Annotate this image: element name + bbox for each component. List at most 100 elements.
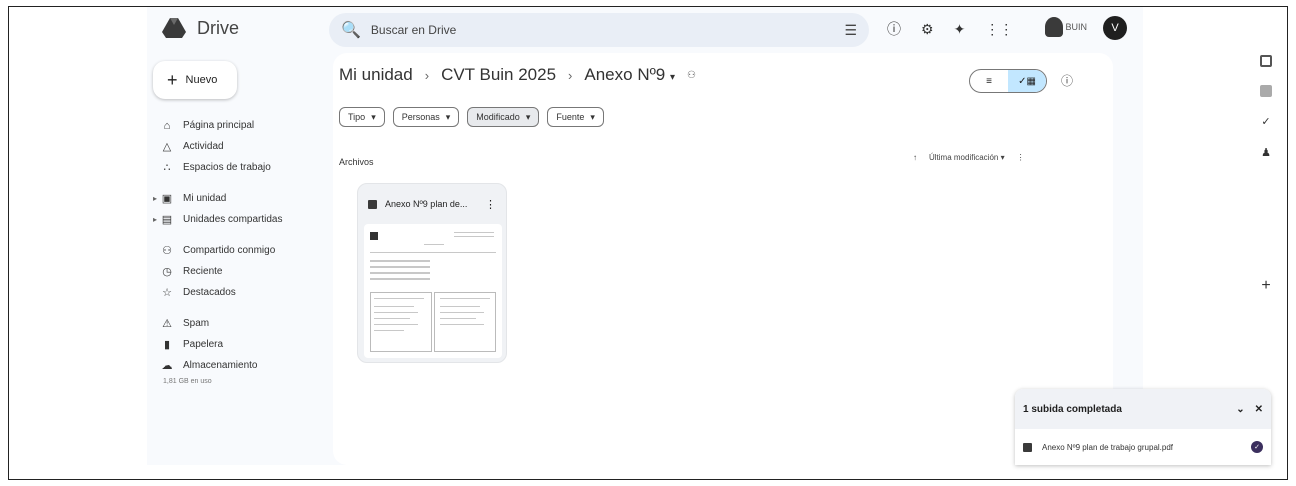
settings-icon[interactable]: ⚙ [921,21,934,38]
grid-view-button[interactable]: ✓▦ [1008,70,1046,92]
new-button-label: Nuevo [185,74,218,86]
sidebar-item-recent[interactable]: ◷ Reciente [161,261,341,282]
sidebar-item-label: Compartido conmigo [183,245,276,256]
check-icon: ✓ [1251,441,1263,453]
screenshot-frame: Drive 🔍 Buscar en Drive ☰ ⓘ ⚙ ✦ ⋮⋮ BUIN … [8,6,1288,480]
home-icon: ⌂ [163,119,171,132]
shared-drives-icon: ▤ [161,214,173,226]
filter-people[interactable]: Personas ▾ [392,107,460,127]
sidebar-item-label: Spam [183,318,210,329]
search-options-icon[interactable]: ☰ [844,22,857,39]
new-button[interactable]: + Nuevo [153,61,237,99]
search-input[interactable]: Buscar en Drive [371,23,456,37]
expand-arrow-icon[interactable]: ▸ [153,215,157,224]
sidebar-item-trash[interactable]: ▮ Papelera [161,334,341,355]
upload-title: 1 subida completada [1023,403,1122,415]
sort-controls: ↑ Última modificación ▾ ⋮ [913,153,1025,162]
sidebar-item-label: Espacios de trabajo [183,162,271,173]
main-panel: Mi unidad › CVT Buin 2025 › Anexo Nº9 ▾ … [333,53,1113,465]
file-thumbnail [364,224,502,358]
filter-type[interactable]: Tipo ▾ [339,107,385,127]
upload-item[interactable]: Anexo Nº9 plan de trabajo grupal.pdf ✓ [1015,429,1271,465]
files-section-label: Archivos [339,157,374,167]
sidebar-item-shared-with-me[interactable]: ⚇ Compartido conmigo [161,240,341,261]
file-card[interactable]: Anexo Nº9 plan de... ⋮ [357,183,507,363]
chevron-down-icon: ▾ [670,72,676,83]
upload-toast-header: 1 subida completada ⌄ ✕ [1015,389,1271,429]
chevron-down-icon: ▾ [590,111,595,122]
list-view-button[interactable]: ≡ [970,70,1008,92]
chevron-right-icon: › [568,67,573,83]
chip-label: Personas [401,112,440,122]
sidebar-item-activity[interactable]: △ Actividad [161,136,341,157]
add-addon-icon[interactable]: + [1261,277,1270,295]
breadcrumb-my-drive[interactable]: Mi unidad [339,65,413,85]
sort-direction-icon[interactable]: ↑ [913,153,917,162]
sidebar-item-label: Mi unidad [183,193,227,204]
contacts-icon[interactable]: ♟ [1261,146,1271,159]
grid-icon: ✓▦ [1018,75,1036,87]
upload-toast: 1 subida completada ⌄ ✕ Anexo Nº9 plan d… [1015,389,1271,465]
workspaces-icon: ∴ [163,162,171,174]
collapse-icon[interactable]: ⌄ [1236,404,1244,415]
clock-icon: ◷ [162,266,172,278]
breadcrumb-current-label: Anexo Nº9 [584,65,666,84]
sidebar-item-spam[interactable]: ⚠ Spam [161,313,341,334]
chevron-down-icon: ▾ [525,111,531,122]
sidebar-item-label: Actividad [183,141,224,152]
breadcrumb-current[interactable]: Anexo Nº9 ▾ [584,65,675,85]
breadcrumb-folder[interactable]: CVT Buin 2025 [441,65,556,85]
bell-icon: △ [162,141,172,153]
side-panel-rail: ✓ ♟ + [1255,55,1277,295]
org-logo-icon [1045,17,1064,37]
gemini-icon[interactable]: ✦ [954,21,966,38]
sidebar-item-label: Almacenamiento [183,360,258,371]
search-bar[interactable]: 🔍 Buscar en Drive ☰ [329,13,869,47]
more-options-icon[interactable]: ⋮ [1017,153,1025,162]
org-label: BUIN [1065,22,1087,32]
chip-label: Tipo [348,112,366,122]
calendar-icon[interactable] [1260,55,1272,67]
cloud-icon: ☁ [161,360,173,372]
drive-icon: ▣ [161,193,173,205]
avatar[interactable]: V [1103,16,1127,40]
trash-icon: ▮ [163,339,171,351]
sidebar-item-storage[interactable]: ☁ Almacenamiento [161,355,341,376]
close-icon[interactable]: ✕ [1255,404,1263,415]
drive-logo[interactable]: Drive [161,17,239,39]
sidebar-nav: ⌂ Página principal △ Actividad ∴ Espacios d… [153,115,341,386]
info-icon[interactable]: ⓘ [1061,72,1073,89]
filter-modified[interactable]: Modificado ▾ [467,107,540,127]
filter-source[interactable]: Fuente ▾ [547,107,604,127]
sidebar-item-shared-drives[interactable]: ▸ ▤ Unidades compartidas [153,209,341,230]
list-icon: ≡ [986,75,992,87]
shared-folder-icon: ⚇ [687,69,696,81]
expand-arrow-icon[interactable]: ▸ [153,194,157,203]
org-badge[interactable]: BUIN [1045,15,1087,39]
chevron-down-icon: ▾ [371,111,376,122]
star-icon: ☆ [162,287,172,299]
chevron-down-icon: ▾ [445,111,451,122]
help-icon[interactable]: ⓘ [887,19,901,39]
sidebar-item-workspaces[interactable]: ∴ Espacios de trabajo [161,157,341,178]
search-icon: 🔍 [341,22,361,39]
sort-field[interactable]: Última modificación ▾ [929,153,1005,162]
spam-icon: ⚠ [162,318,172,330]
keep-icon[interactable] [1260,85,1272,97]
chip-label: Fuente [556,112,585,122]
apps-grid-icon[interactable]: ⋮⋮ [985,21,1013,38]
more-vert-icon[interactable]: ⋮ [485,198,496,211]
sidebar-item-my-drive[interactable]: ▸ ▣ Mi unidad [153,188,341,209]
sidebar-item-label: Papelera [183,339,224,350]
sidebar-item-home[interactable]: ⌂ Página principal [161,115,341,136]
tasks-icon[interactable]: ✓ [1261,115,1270,128]
chevron-right-icon: › [424,67,430,83]
sidebar-item-starred[interactable]: ☆ Destacados [161,282,341,303]
pdf-icon [1023,442,1032,452]
chip-label: Modificado [476,112,520,122]
view-toggle[interactable]: ≡ ✓▦ [969,69,1047,93]
app-name: Drive [197,17,240,38]
pdf-icon [368,199,377,209]
people-icon: ⚇ [162,245,172,257]
plus-icon: + [167,69,178,90]
